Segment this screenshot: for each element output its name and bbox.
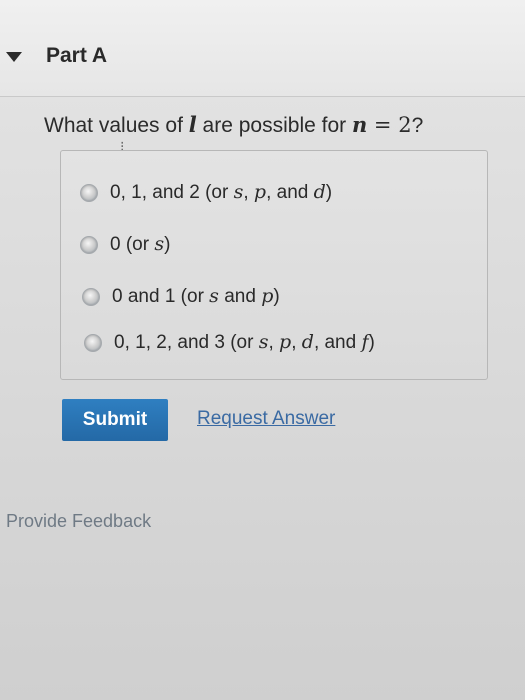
radio-button[interactable] (80, 235, 98, 254)
option-0-1-2-3[interactable]: 0, 1, 2, and 3 (or s, p, d, and f) (84, 331, 375, 354)
option-label: 0, 1, and 2 (or s, p, and d) (110, 181, 333, 203)
question-text: What values of l are possible for n = 2? (44, 112, 423, 138)
option-label: 0 (or s) (110, 233, 171, 255)
question-value: 2 (398, 113, 412, 137)
part-header: Part A (0, 0, 525, 97)
question-suffix: ? (411, 114, 424, 137)
question-var-l: l (188, 112, 197, 137)
collapse-arrow-icon[interactable] (6, 52, 22, 62)
option-label: 0, 1, 2, and 3 (or s, p, d, and f) (114, 331, 375, 353)
submit-button[interactable]: Submit (62, 399, 168, 441)
option-0-1[interactable]: 0 and 1 (or s and p) (82, 285, 280, 308)
radio-button[interactable] (80, 183, 98, 202)
question-var-n: n (351, 112, 368, 137)
question-equals: = (367, 113, 399, 137)
provide-feedback-link[interactable]: Provide Feedback (6, 511, 151, 532)
option-0[interactable]: 0 (or s) (80, 233, 170, 256)
request-answer-link[interactable]: Request Answer (197, 408, 335, 430)
option-0-1-2[interactable]: 0, 1, and 2 (or s, p, and d) (80, 181, 332, 204)
question-middle: are possible for (196, 114, 352, 137)
part-title: Part A (46, 44, 108, 67)
option-label: 0 and 1 (or s and p) (112, 285, 280, 307)
question-prefix: What values of (44, 114, 189, 137)
radio-button[interactable] (82, 287, 100, 306)
radio-button[interactable] (84, 333, 102, 352)
